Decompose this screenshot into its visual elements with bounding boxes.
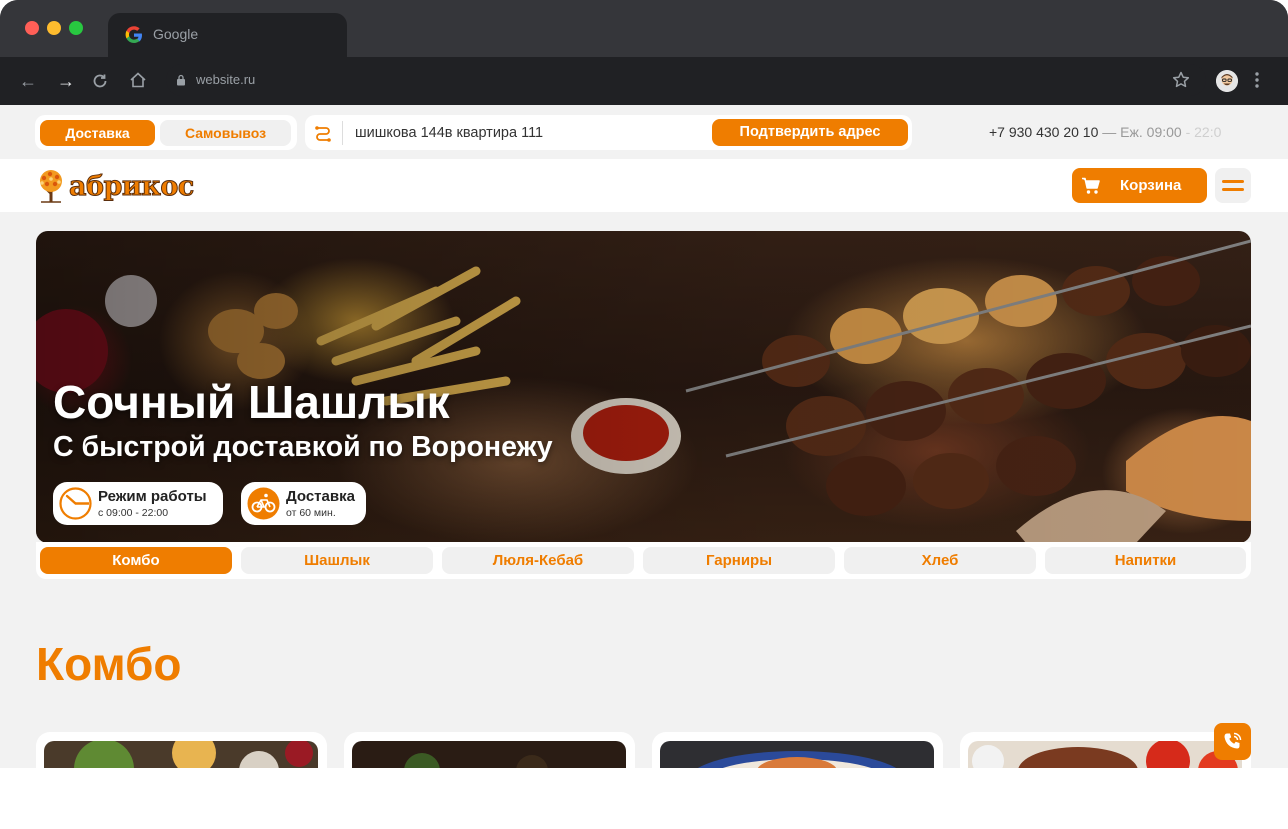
call-button[interactable] xyxy=(1214,723,1251,760)
address-panel: Подтвердить адрес xyxy=(305,115,912,150)
tab-shashlik[interactable]: Шашлык xyxy=(241,547,433,574)
tab-combo[interactable]: Комбо xyxy=(40,547,232,574)
maximize-window-button[interactable] xyxy=(69,21,83,35)
route-icon xyxy=(315,126,331,142)
phone-number[interactable]: +7 930 430 20 10 xyxy=(989,124,1098,140)
lock-icon xyxy=(177,74,185,86)
cart-icon xyxy=(1082,177,1100,194)
hours-text-faded: - 22:0 xyxy=(1181,124,1222,140)
confirm-address-button[interactable]: Подтвердить адрес xyxy=(712,119,908,146)
delivery-time-chip: Доставка от 60 мин. xyxy=(241,482,366,525)
divider xyxy=(342,121,343,145)
forward-icon[interactable]: → xyxy=(55,70,77,92)
site-header: абрикос Корзина xyxy=(0,159,1288,212)
hero-banner: Сочный Шашлык С быстрой доставкой по Вор… xyxy=(36,231,1251,543)
phone-call-icon xyxy=(1224,732,1242,749)
star-icon[interactable] xyxy=(1171,70,1191,90)
delivery-toggle-button[interactable]: Доставка xyxy=(40,120,155,146)
browser-tab[interactable]: Google xyxy=(108,13,347,57)
product-image xyxy=(44,741,318,768)
tab-drinks[interactable]: Напитки xyxy=(1045,547,1246,574)
hours-text: Еж. 09:00 xyxy=(1120,124,1182,140)
site-logo[interactable]: абрикос xyxy=(35,167,195,205)
bicycle-courier-icon xyxy=(246,486,281,521)
category-tabs: Комбо Шашлык Люля-Кебаб Гарниры Хлеб Нап… xyxy=(36,542,1251,579)
menu-icon[interactable] xyxy=(1254,70,1260,90)
product-image xyxy=(968,741,1242,768)
delivery-value: от 60 мин. xyxy=(286,507,336,519)
contact-info: +7 930 430 20 10 — Еж. 09:00 - 22:0 xyxy=(989,124,1221,140)
browser-chrome: Google ← → website.ru xyxy=(0,0,1288,105)
home-icon[interactable] xyxy=(129,71,147,89)
close-window-button[interactable] xyxy=(25,21,39,35)
product-image xyxy=(660,741,934,768)
pickup-toggle-button[interactable]: Самовывоз xyxy=(160,120,291,146)
profile-avatar[interactable] xyxy=(1216,70,1238,92)
hero-subtitle: С быстрой доставкой по Воронежу xyxy=(53,431,553,463)
hours-separator: — xyxy=(1098,124,1121,140)
clock-icon xyxy=(58,486,93,521)
web-page: Доставка Самовывоз Подтвердить адрес +7 … xyxy=(0,105,1288,768)
product-image xyxy=(352,741,626,768)
avatar-face-icon xyxy=(1216,70,1238,92)
tab-garnish[interactable]: Гарниры xyxy=(643,547,835,574)
section-title: Комбо xyxy=(36,638,182,690)
minimize-window-button[interactable] xyxy=(47,21,61,35)
working-hours-chip: Режим работы с 09:00 - 22:00 xyxy=(53,482,223,525)
product-card[interactable] xyxy=(960,732,1251,768)
hours-title: Режим работы xyxy=(98,488,207,505)
address-input[interactable] xyxy=(355,121,705,145)
apricot-tree-logo-icon xyxy=(40,170,62,203)
product-card[interactable] xyxy=(36,732,327,768)
url-text: website.ru xyxy=(196,72,256,87)
hours-value: с 09:00 - 22:00 xyxy=(98,507,169,519)
burger-line-icon xyxy=(1222,180,1244,183)
reload-icon[interactable] xyxy=(91,72,109,90)
product-card[interactable] xyxy=(344,732,635,768)
logo-text: абрикос xyxy=(69,170,195,202)
back-icon[interactable]: ← xyxy=(17,70,39,92)
tab-title: Google xyxy=(153,26,199,42)
top-bar: Доставка Самовывоз Подтвердить адрес +7 … xyxy=(0,105,1288,159)
cart-button[interactable]: Корзина xyxy=(1072,168,1207,203)
burger-line-icon xyxy=(1222,188,1244,191)
delivery-title: Доставка xyxy=(286,488,355,505)
google-icon xyxy=(125,26,142,43)
tab-bread[interactable]: Хлеб xyxy=(844,547,1036,574)
hero-title: Сочный Шашлык xyxy=(53,376,450,428)
tab-lyulya-kebab[interactable]: Люля-Кебаб xyxy=(442,547,634,574)
cart-label: Корзина xyxy=(1120,177,1182,194)
order-type-toggle: Доставка Самовывоз xyxy=(35,115,297,150)
menu-burger-button[interactable] xyxy=(1215,168,1251,203)
address-bar[interactable]: website.ru xyxy=(166,64,1206,96)
product-card[interactable] xyxy=(652,732,943,768)
